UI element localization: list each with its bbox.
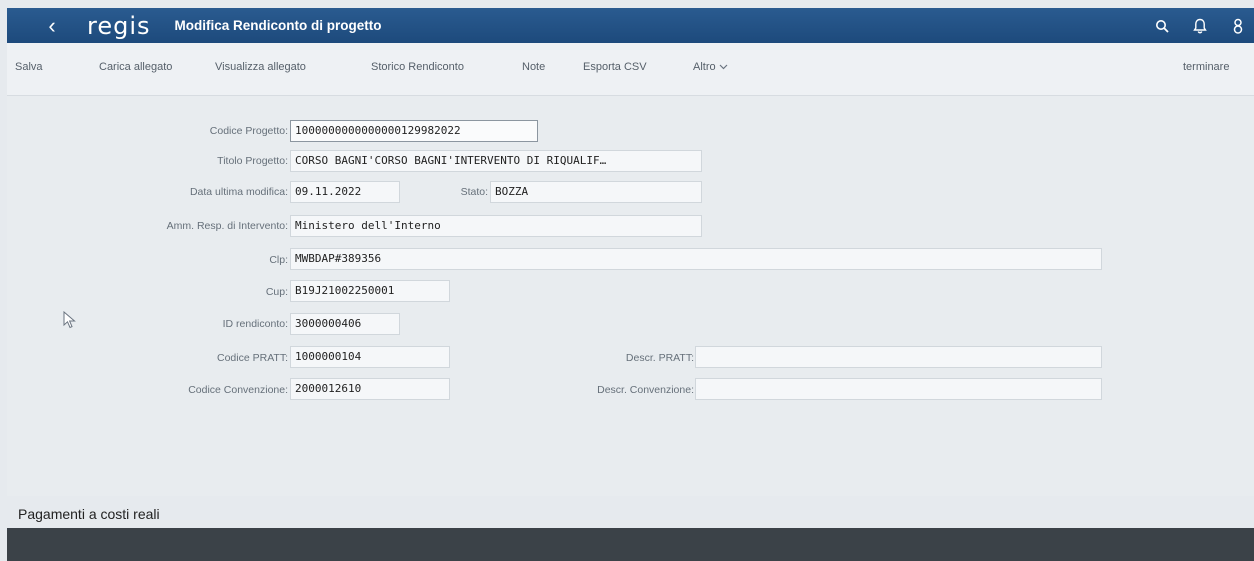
stato-field[interactable]: BOZZA: [490, 181, 702, 203]
codice-progetto-field[interactable]: 1000000000000000129982022: [290, 120, 538, 142]
regis-logo[interactable]: regis: [87, 12, 151, 40]
titolo-progetto-label: Titolo Progetto:: [217, 155, 288, 167]
data-modifica-label: Data ultima modifica:: [189, 186, 288, 198]
app-title: Modifica Rendiconto di progetto: [174, 18, 382, 33]
clp-field[interactable]: MWBDAP#389356: [290, 248, 1102, 270]
id-rendiconto-label: ID rendiconto:: [222, 318, 288, 330]
user-icon[interactable]: [1228, 16, 1248, 36]
action-toolbar: Salva Carica allegato Visualizza allegat…: [7, 43, 1254, 96]
shell-bar: ‹ regis Modifica Rendiconto di progetto: [7, 8, 1254, 43]
cup-label: Cup:: [265, 286, 288, 298]
clp-label: Clp:: [269, 254, 288, 266]
bell-icon[interactable]: [1190, 16, 1210, 36]
esporta-csv-button[interactable]: Esporta CSV: [583, 61, 647, 73]
visualizza-allegato-button[interactable]: Visualizza allegato: [215, 61, 306, 73]
chevron-down-icon: [719, 64, 728, 70]
pagamenti-section-title: Pagamenti a costi reali: [18, 506, 160, 522]
descr-pratt-field[interactable]: [695, 346, 1102, 368]
terminare-button[interactable]: terminare: [1183, 61, 1229, 73]
codice-convenzione-label: Codice Convenzione:: [188, 384, 288, 396]
codice-progetto-label: Codice Progetto:: [209, 125, 288, 137]
mouse-pointer-icon: [63, 311, 76, 329]
cup-field[interactable]: B19J21002250001: [290, 280, 450, 302]
storico-rendiconto-button[interactable]: Storico Rendiconto: [371, 61, 464, 73]
data-modifica-field[interactable]: 09.11.2022: [290, 181, 400, 203]
search-icon[interactable]: [1152, 16, 1172, 36]
descr-convenzione-label: Descr. Convenzione:: [597, 384, 694, 396]
pagamenti-table-header: [7, 528, 1254, 561]
altro-menu-button[interactable]: Altro: [693, 61, 728, 73]
codice-pratt-field[interactable]: 1000000104: [290, 346, 450, 368]
stato-label: Stato:: [460, 186, 488, 198]
descr-convenzione-field[interactable]: [695, 378, 1102, 400]
amm-resp-label: Amm. Resp. di Intervento:: [166, 220, 288, 232]
descr-pratt-label: Descr. PRATT:: [625, 352, 694, 364]
titolo-progetto-field[interactable]: CORSO BAGNI'CORSO BAGNI'INTERVENTO DI RI…: [290, 150, 702, 172]
id-rendiconto-field[interactable]: 3000000406: [290, 313, 400, 335]
carica-allegato-button[interactable]: Carica allegato: [99, 61, 172, 73]
codice-pratt-label: Codice PRATT:: [217, 352, 288, 364]
salva-button[interactable]: Salva: [15, 61, 43, 73]
codice-convenzione-field[interactable]: 2000012610: [290, 378, 450, 400]
amm-resp-field[interactable]: Ministero dell'Interno: [290, 215, 702, 237]
altro-label: Altro: [693, 61, 716, 73]
project-form: Codice Progetto: 10000000000000001299820…: [7, 96, 1254, 496]
back-button[interactable]: ‹: [37, 13, 67, 39]
note-button[interactable]: Note: [522, 61, 545, 73]
